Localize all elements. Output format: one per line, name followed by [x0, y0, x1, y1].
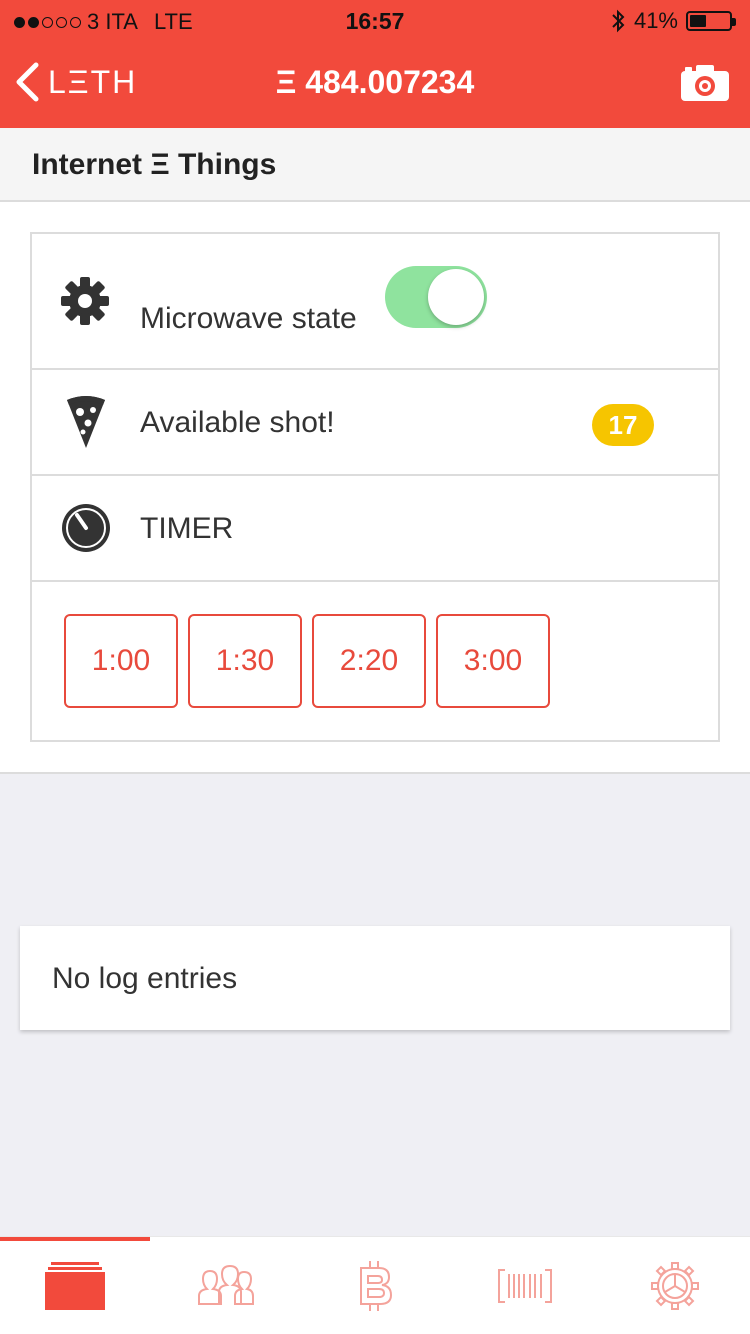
camera-button[interactable]	[680, 64, 730, 107]
timer-row: TIMER	[32, 476, 718, 582]
tab-bitcoin[interactable]	[300, 1237, 450, 1334]
balance-title: Ξ 484.007234	[275, 64, 475, 100]
section-header: Internet Ξ Things	[0, 128, 750, 202]
timer-label: TIMER	[140, 512, 234, 545]
microwave-row: Microwave state	[32, 234, 718, 370]
timer-button-2-20[interactable]: 2:20	[312, 614, 426, 708]
tab-dashboard[interactable]	[0, 1237, 150, 1334]
section-title: Internet Ξ Things	[32, 148, 277, 181]
timer-button-1-00[interactable]: 1:00	[64, 614, 178, 708]
shot-count-badge: 17	[592, 404, 654, 446]
bitcoin-icon	[360, 1261, 393, 1311]
microwave-state-label: Microwave state	[140, 302, 357, 335]
timer-icon	[62, 504, 110, 552]
microwave-toggle[interactable]	[385, 266, 487, 328]
camera-icon	[681, 65, 729, 101]
tab-contacts[interactable]	[150, 1237, 300, 1334]
log-empty-text: No log entries	[52, 962, 238, 995]
cards-icon	[45, 1262, 105, 1310]
people-icon	[198, 1264, 254, 1305]
battery-icon	[686, 11, 736, 31]
timer-button-1-30[interactable]: 1:30	[188, 614, 302, 708]
gear-icon	[651, 1262, 699, 1310]
device-card: Microwave state Available shot! 17 TIMER…	[30, 232, 720, 742]
timer-buttons: 1:00 1:30 2:20 3:00	[64, 614, 550, 708]
tab-barcode[interactable]	[450, 1237, 600, 1334]
header-bar: 3 ITA LTE 16:57 41% LΞTH Ξ 484.007234	[0, 0, 750, 128]
available-shot-row[interactable]: Available shot! 17	[32, 370, 718, 476]
battery-percent: 41%	[633, 8, 678, 33]
tab-bar	[0, 1236, 750, 1334]
available-shot-label: Available shot!	[140, 406, 335, 439]
tab-settings[interactable]	[600, 1237, 750, 1334]
barcode-icon	[498, 1269, 552, 1303]
log-panel: No log entries	[20, 926, 730, 1030]
toggle-knob	[428, 269, 484, 325]
status-right: 41%	[610, 8, 736, 34]
bluetooth-icon	[612, 9, 625, 33]
pizza-icon	[67, 396, 105, 448]
gear-icon	[61, 277, 109, 325]
status-bar: 3 ITA LTE 16:57 41%	[0, 0, 750, 40]
timer-button-3-00[interactable]: 3:00	[436, 614, 550, 708]
